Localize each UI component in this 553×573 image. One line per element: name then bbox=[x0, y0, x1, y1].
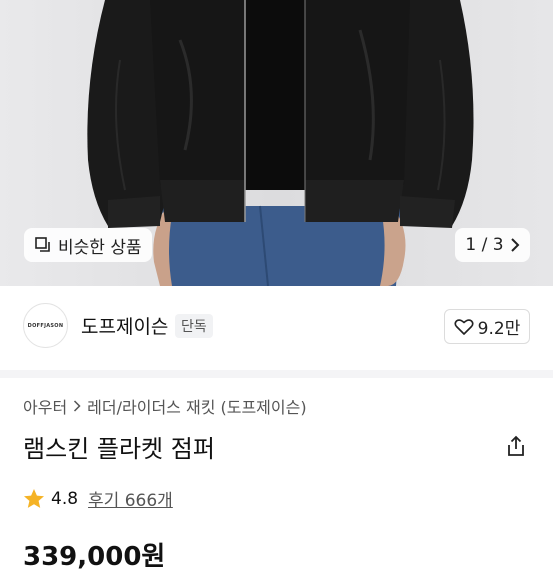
rating-value: 4.8 bbox=[51, 488, 79, 509]
reviews-link[interactable]: 후기 666개 bbox=[88, 486, 173, 511]
breadcrumb-item-category[interactable]: 레더/라이더스 재킷 (도프제이슨) bbox=[87, 394, 306, 418]
like-count: 9.2만 bbox=[477, 319, 521, 339]
section-divider bbox=[0, 370, 553, 378]
image-counter-next-button[interactable]: 1 / 3 bbox=[455, 228, 530, 262]
product-price: 339,000원 bbox=[23, 542, 166, 572]
store-logo[interactable]: DOFFJASON bbox=[23, 303, 68, 348]
image-counter: 1 / 3 bbox=[465, 235, 504, 255]
store-name[interactable]: 도프제이슨 bbox=[81, 312, 168, 339]
heart-icon bbox=[454, 318, 474, 335]
rating-row: 4.8 후기 666개 bbox=[23, 486, 173, 511]
similar-products-label: 비슷한 상품 bbox=[58, 237, 142, 258]
store-logo-text: DOFFJASON bbox=[27, 322, 64, 329]
star-icon bbox=[24, 489, 44, 508]
product-image-gallery[interactable]: 비슷한 상품 1 / 3 bbox=[0, 0, 553, 286]
copy-icon bbox=[35, 237, 50, 252]
chevron-right-icon bbox=[74, 400, 81, 412]
breadcrumb: 아우터 레더/라이더스 재킷 (도프제이슨) bbox=[23, 394, 307, 418]
share-icon[interactable] bbox=[504, 434, 528, 458]
product-title: 램스킨 플라켓 점퍼 bbox=[23, 435, 215, 463]
like-button[interactable]: 9.2만 bbox=[444, 309, 530, 344]
breadcrumb-item-outer[interactable]: 아우터 bbox=[23, 394, 67, 418]
chevron-right-icon bbox=[510, 238, 519, 252]
exclusive-badge: 단독 bbox=[175, 314, 213, 338]
similar-products-button[interactable]: 비슷한 상품 bbox=[24, 228, 152, 262]
